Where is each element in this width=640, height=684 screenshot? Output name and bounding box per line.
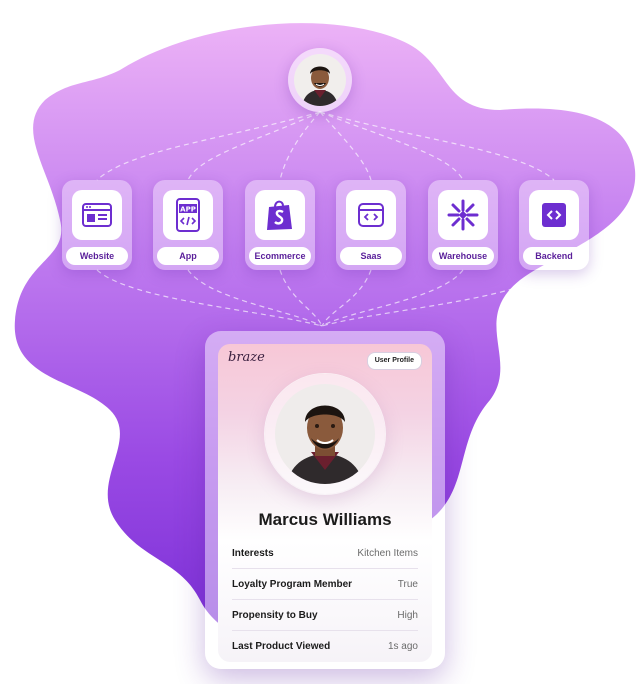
source-app[interactable]: APP App xyxy=(153,180,223,270)
attribute-value: High xyxy=(397,609,418,621)
source-label: App xyxy=(157,247,219,265)
saas-icon xyxy=(358,203,384,227)
source-label: Backend xyxy=(523,247,585,265)
source-label: Ecommerce xyxy=(249,247,311,265)
svg-text:APP: APP xyxy=(180,206,196,214)
shopify-icon xyxy=(267,200,292,230)
source-warehouse[interactable]: Warehouse xyxy=(428,180,498,270)
source-ecommerce[interactable]: Ecommerce xyxy=(245,180,315,270)
code-icon xyxy=(542,203,566,227)
attribute-label: Interests xyxy=(232,547,274,559)
source-backend[interactable]: Backend xyxy=(519,180,589,270)
profile-attributes: Interests Kitchen Items Loyalty Program … xyxy=(218,538,432,661)
brand-logo: braze xyxy=(228,350,265,365)
attribute-label: Loyalty Program Member xyxy=(232,578,353,590)
profile-name: Marcus Williams xyxy=(258,510,392,529)
avatar-photo xyxy=(294,54,346,106)
app-icon: APP xyxy=(176,198,200,232)
attribute-label: Last Product Viewed xyxy=(232,640,331,652)
profile-avatar xyxy=(265,374,385,494)
attribute-row: Propensity to Buy High xyxy=(232,599,418,630)
snowflake-icon xyxy=(447,199,479,231)
avatar-photo xyxy=(275,384,375,484)
source-website[interactable]: Website xyxy=(62,180,132,270)
source-label: Website xyxy=(66,247,128,265)
top-avatar xyxy=(288,48,352,112)
attribute-row: Last Product Viewed 1s ago xyxy=(232,630,418,661)
attribute-row: Loyalty Program Member True xyxy=(232,568,418,599)
attribute-value: True xyxy=(397,578,418,590)
source-label: Warehouse xyxy=(432,247,494,265)
user-profile-badge: User Profile xyxy=(366,352,422,370)
data-flow-illustration: Website APP App Ecommerce Saas Warehouse… xyxy=(0,0,640,684)
attribute-label: Propensity to Buy xyxy=(232,609,318,621)
attribute-value: Kitchen Items xyxy=(357,547,418,559)
attribute-row: Interests Kitchen Items xyxy=(232,538,418,568)
source-label: Saas xyxy=(340,247,402,265)
user-profile-card: braze User Profile Marcus Williams Inter… xyxy=(218,344,432,662)
website-icon xyxy=(82,203,112,227)
source-saas[interactable]: Saas xyxy=(336,180,406,270)
attribute-value: 1s ago xyxy=(387,640,418,652)
